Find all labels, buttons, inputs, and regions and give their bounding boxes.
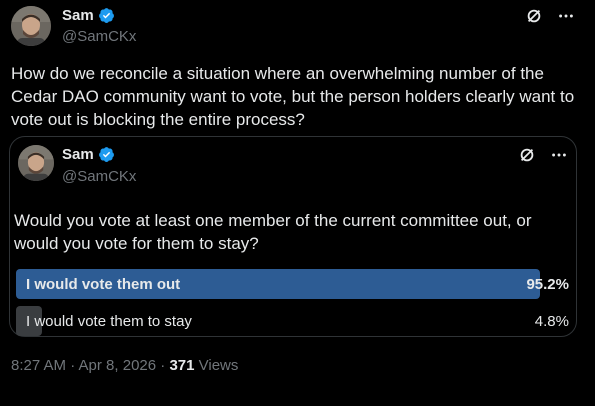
- views-count[interactable]: 371: [169, 357, 194, 374]
- post-top-actions: [525, 7, 575, 25]
- poll-option-label: I would vote them to stay: [26, 313, 192, 330]
- poll-option-percent: 4.8%: [534, 313, 569, 330]
- grok-icon[interactable]: [518, 146, 536, 164]
- poll-option-percent: 95.2%: [526, 276, 569, 293]
- poll-option-stay: I would vote them to stay 4.8%: [16, 306, 573, 336]
- quoted-top-actions: [518, 146, 568, 164]
- post-timestamp[interactable]: 8:27 AM · Apr 8, 2026 ·: [11, 357, 169, 374]
- more-icon[interactable]: [557, 7, 575, 25]
- poll-option-label: I would vote them out: [26, 276, 181, 293]
- post-text: How do we reconcile a situation where an…: [11, 64, 575, 129]
- quoted-author-handle[interactable]: @SamCKx: [62, 168, 136, 185]
- grok-icon[interactable]: [525, 7, 543, 25]
- author-handle[interactable]: @SamCKx: [62, 28, 136, 45]
- author-name-row[interactable]: Sam: [62, 7, 115, 24]
- verified-badge-icon[interactable]: [98, 146, 115, 163]
- post-meta: 8:27 AM · Apr 8, 2026 · 371 Views: [11, 357, 238, 374]
- views-label: Views: [194, 357, 239, 374]
- author-avatar[interactable]: [11, 6, 51, 46]
- more-icon[interactable]: [550, 146, 568, 164]
- quoted-author-avatar[interactable]: [18, 145, 54, 181]
- quoted-author-display-name[interactable]: Sam: [62, 146, 94, 163]
- author-display-name[interactable]: Sam: [62, 7, 94, 24]
- poll-option-vote-out: I would vote them out 95.2%: [16, 269, 573, 299]
- post: Sam @SamCKx How do we reconcile a situat…: [0, 0, 595, 406]
- quoted-post-text: Would you vote at least one member of th…: [14, 211, 532, 253]
- quoted-author-name-row[interactable]: Sam: [62, 146, 115, 163]
- verified-badge-icon[interactable]: [98, 7, 115, 24]
